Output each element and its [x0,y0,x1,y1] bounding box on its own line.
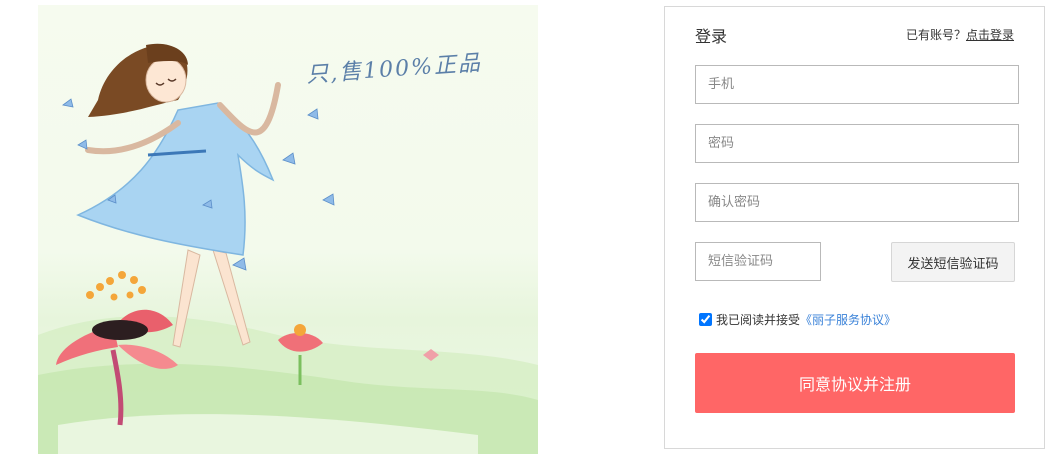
register-panel: 登录 已有账号？点击登录 发送短信验证码 我已阅读并接受《丽子服务协议》 同意协… [664,6,1045,449]
panel-title: 登录 [695,27,728,46]
agree-checkbox[interactable] [699,313,712,326]
sms-code-input[interactable] [695,242,821,281]
hero-illustration: 只,售100%正品 [38,5,538,454]
have-account-prompt: 已有账号？点击登录 [906,26,1014,43]
login-link[interactable]: 点击登录 [966,28,1014,42]
send-sms-button[interactable]: 发送短信验证码 [891,242,1015,282]
phone-input[interactable] [695,65,1019,104]
register-button[interactable]: 同意协议并注册 [695,353,1015,413]
service-agreement-link[interactable]: 《丽子服务协议》 [800,311,896,328]
have-account-text: 已有账号？ [905,28,966,42]
password-input[interactable] [695,124,1019,163]
agreement-row: 我已阅读并接受 《丽子服务协议》 [699,311,896,328]
confirm-password-input[interactable] [695,183,1019,222]
agree-text: 我已阅读并接受 [716,313,801,327]
